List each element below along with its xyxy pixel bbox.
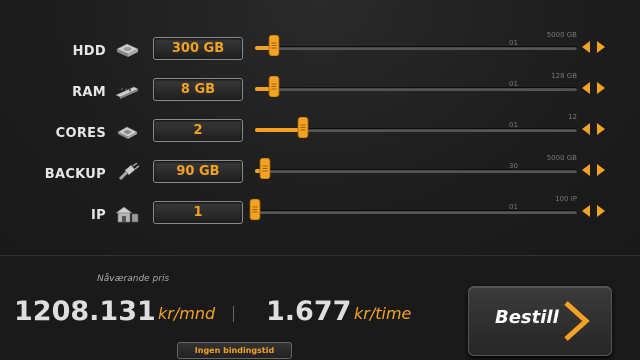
monthly-price-unit: kr/mnd — [158, 304, 216, 323]
cores-label: CORES — [55, 126, 106, 141]
hdd-label: HDD — [72, 44, 106, 59]
ram-decrease-icon[interactable] — [579, 80, 593, 96]
cores-decrease-icon[interactable] — [579, 121, 593, 137]
hdd-increase-icon[interactable] — [594, 39, 608, 55]
hourly-price-value: 1.677 — [266, 296, 352, 327]
backup-label: BACKUP — [44, 167, 106, 182]
row-ram: RAM 8 GB 01 128 GB — [0, 72, 640, 117]
ram-value-field[interactable]: 8 GB — [153, 78, 243, 101]
backup-plug-icon — [118, 163, 140, 181]
ram-slider-track[interactable]: 01 — [255, 76, 577, 97]
ram-stepper — [579, 80, 609, 96]
row-cores: CORES 2 01 12 — [0, 113, 640, 158]
ram-slider-handle[interactable] — [268, 76, 280, 97]
backup-decrease-icon[interactable] — [579, 162, 593, 178]
ip-min-label: 01 — [509, 203, 518, 211]
hdd-decrease-icon[interactable] — [579, 39, 593, 55]
memory-icon — [115, 86, 139, 99]
cores-increase-icon[interactable] — [594, 121, 608, 137]
ram-increase-icon[interactable] — [594, 80, 608, 96]
cores-value-field[interactable]: 2 — [153, 119, 243, 142]
network-house-icon — [115, 206, 139, 223]
cpu-chip-icon — [117, 126, 138, 139]
backup-min-label: 30 — [509, 162, 518, 170]
backup-max-label: 5000 GB — [546, 154, 577, 162]
backup-value-field[interactable]: 90 GB — [153, 160, 243, 183]
ram-label: RAM — [72, 85, 106, 100]
ip-slider-handle[interactable] — [249, 199, 261, 220]
ram-max-label: 128 GB — [551, 72, 577, 80]
backup-slider-track[interactable]: 30 — [255, 158, 577, 179]
hourly-price-unit: kr/time — [354, 304, 412, 323]
order-button-label: Bestill — [495, 307, 559, 328]
price-title: Nåværande pris — [97, 274, 170, 284]
hdd-max-label: 5000 GB — [546, 31, 577, 39]
ip-slider-track[interactable]: 01 — [249, 199, 577, 220]
cores-max-label: 12 — [568, 113, 577, 121]
binding-badge: Ingen bindingstid — [177, 342, 292, 359]
backup-slider-handle[interactable] — [259, 158, 271, 179]
row-hdd: HDD 300 GB 01 5000 GB — [0, 31, 640, 76]
cores-slider-handle[interactable] — [297, 117, 309, 138]
ip-increase-icon[interactable] — [594, 203, 608, 219]
hdd-value-field[interactable]: 300 GB — [153, 37, 243, 60]
order-button[interactable]: Bestill — [468, 286, 612, 356]
ip-max-label: 100 IP — [555, 195, 577, 203]
monthly-price-value: 1208.131 — [14, 296, 156, 327]
chevron-right-icon — [564, 301, 590, 341]
ip-value-field[interactable]: 1 — [153, 201, 243, 224]
hdd-slider-track[interactable]: 01 — [255, 35, 577, 56]
backup-stepper — [579, 162, 609, 178]
ram-min-label: 01 — [509, 80, 518, 88]
hdd-min-label: 01 — [509, 39, 518, 47]
ip-stepper — [579, 203, 609, 219]
cores-slider-fill — [255, 128, 303, 132]
cores-slider-track[interactable]: 01 — [255, 117, 577, 138]
price-separator — [233, 306, 234, 322]
price-summary: Nåværande pris 1208.131 kr/mnd 1.677 kr/… — [0, 256, 640, 360]
row-ip: IP 1 01 100 IP — [0, 195, 640, 240]
cores-stepper — [579, 121, 609, 137]
ip-decrease-icon[interactable] — [579, 203, 593, 219]
hard-drive-icon — [116, 43, 139, 57]
backup-increase-icon[interactable] — [594, 162, 608, 178]
cores-min-label: 01 — [509, 121, 518, 129]
hdd-stepper — [579, 39, 609, 55]
ip-label: IP — [91, 208, 106, 223]
resource-config-panel: HDD 300 GB 01 5000 GB RAM 8 GB 01 128 GB… — [0, 0, 640, 255]
hdd-slider-handle[interactable] — [268, 35, 280, 56]
row-backup: BACKUP 90 GB 30 5000 GB — [0, 154, 640, 199]
